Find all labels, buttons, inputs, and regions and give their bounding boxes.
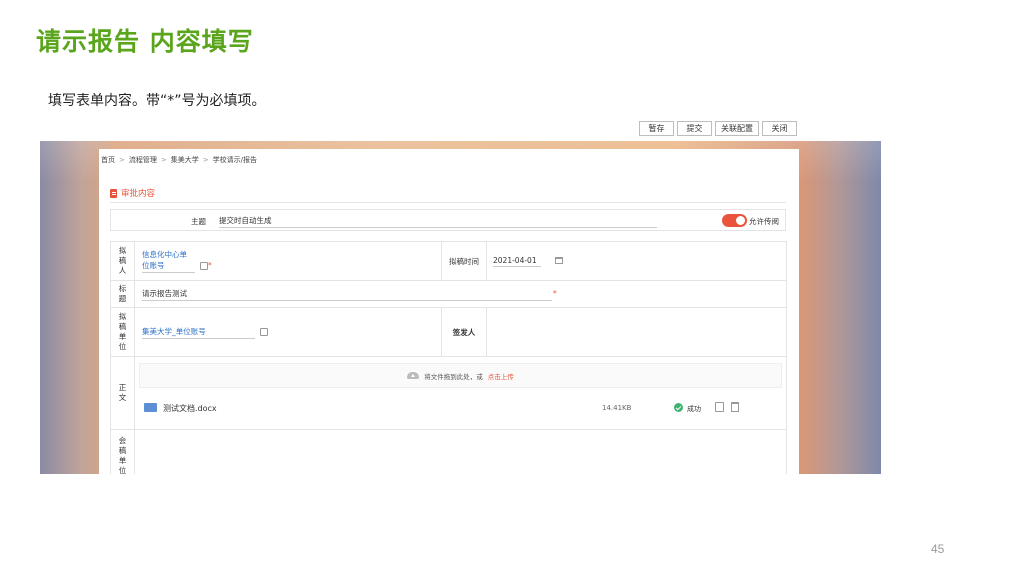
co-unit-label-cell: 会稿单位 [110,429,135,474]
draft-time-cell: 2021-04-01 [486,241,787,281]
form-toolbar: 暂存 提交 关联配置 关闭 [639,121,797,136]
preview-icon[interactable] [715,402,724,412]
word-file-icon [144,403,157,412]
drafter-label: 拟稿人 [118,246,127,275]
submit-button[interactable]: 提交 [677,121,712,136]
title-label: 标题 [118,284,127,303]
draft-time-input[interactable]: 2021-04-01 [493,256,541,267]
section-header: 审批内容 [110,187,155,199]
draft-unit-label: 拟稿单位 [118,312,127,351]
file-name[interactable]: 测试文档.docx [163,403,217,414]
uploaded-file-row: 测试文档.docx 14.41KB 成功 [135,388,786,428]
slide-title: 请示报告 内容填写 [36,27,254,56]
upload-dropzone[interactable]: 将文件拖到此处，或 点击上传 [139,363,782,388]
allow-circulate-label: 允许传阅 [749,217,779,226]
draft-time-label: 拟稿时间 [449,256,479,266]
allow-circulate-toggle[interactable] [722,214,747,227]
drafter-cell: 信息化中心单 位账号 * [134,241,442,281]
cloud-upload-icon [407,372,420,379]
body-cell: 将文件拖到此处，或 点击上传 测试文档.docx 14.41KB 成功 [134,356,787,430]
document-icon [110,188,117,198]
co-unit-row: 会稿单位 [110,429,787,474]
page-number: 45 [931,542,945,556]
form-panel: 首页 > 流程管理 > 集美大学 > 学校请示/报告 审批内容 主题 提交时自动生成 允许传… [99,149,799,474]
link-config-button[interactable]: 关联配置 [715,121,759,136]
signer-label: 签发人 [452,327,476,337]
signer-label-cell: 签发人 [441,307,487,357]
select-user-icon[interactable] [200,262,208,270]
subject-input[interactable]: 提交时自动生成 [219,215,657,228]
upload-status: 成功 [687,405,701,413]
breadcrumb: 首页 > 流程管理 > 集美大学 > 学校请示/报告 [101,155,257,165]
breadcrumb-process[interactable]: 流程管理 [129,156,157,164]
co-unit-label: 会稿单位 [118,436,127,474]
breadcrumb-home[interactable]: 首页 [101,156,115,164]
required-mark: * [208,261,212,270]
save-draft-button[interactable]: 暂存 [639,121,674,136]
slide-description: 填写表单内容。带“*”号为必填项。 [48,93,266,109]
file-size: 14.41KB [602,404,632,412]
signer-cell[interactable] [486,307,787,357]
section-title: 审批内容 [121,189,156,199]
subject-row: 主题 提交时自动生成 允许传阅 [110,209,786,231]
drafter-value-line2[interactable]: 位账号 [142,260,195,273]
draft-unit-cell: 集美大学_单位账号 [134,307,442,357]
calendar-icon[interactable] [555,257,563,264]
breadcrumb-separator: > [119,156,125,164]
upload-hint: 将文件拖到此处，或 [424,372,483,381]
body-label: 正文 [118,383,127,402]
approval-form-table: 拟稿人 信息化中心单 位账号 * 拟稿时间 2021-04-01 标题 请示报告测… [110,241,787,474]
title-input[interactable]: 请示报告测试 [142,288,552,301]
required-mark: * [553,288,557,298]
drafter-value-line1[interactable]: 信息化中心单 [142,249,441,260]
draft-unit-label-cell: 拟稿单位 [110,307,135,357]
draft-unit-value[interactable]: 集美大学_单位账号 [142,326,255,339]
drafter-label-cell: 拟稿人 [110,241,135,281]
close-button[interactable]: 关闭 [762,121,797,136]
drafter-row: 拟稿人 信息化中心单 位账号 * 拟稿时间 2021-04-01 [110,241,787,281]
body-label-cell: 正文 [110,356,135,430]
upload-link[interactable]: 点击上传 [488,371,514,381]
title-cell: 请示报告测试 * [134,280,787,308]
title-row: 标题 请示报告测试 * [110,280,787,308]
co-unit-cell[interactable] [134,429,787,474]
app-screenshot: 首页 > 流程管理 > 集美大学 > 学校请示/报告 审批内容 主题 提交时自动生成 允许传… [40,141,881,474]
breadcrumb-current: 学校请示/报告 [212,156,257,164]
body-row: 正文 将文件拖到此处，或 点击上传 测试文档.docx 14.41KB 成功 [110,356,787,430]
trash-icon[interactable] [731,402,739,412]
breadcrumb-separator: > [202,156,209,164]
select-unit-icon[interactable] [260,327,268,336]
subject-label: 主题 [191,217,206,226]
title-label-cell: 标题 [110,280,135,308]
section-divider [110,202,786,203]
breadcrumb-separator: > [160,156,167,164]
draft-time-label-cell: 拟稿时间 [441,241,487,281]
draft-unit-row: 拟稿单位 集美大学_单位账号 签发人 [110,307,787,357]
breadcrumb-school[interactable]: 集美大学 [171,156,199,164]
success-icon [674,403,683,412]
